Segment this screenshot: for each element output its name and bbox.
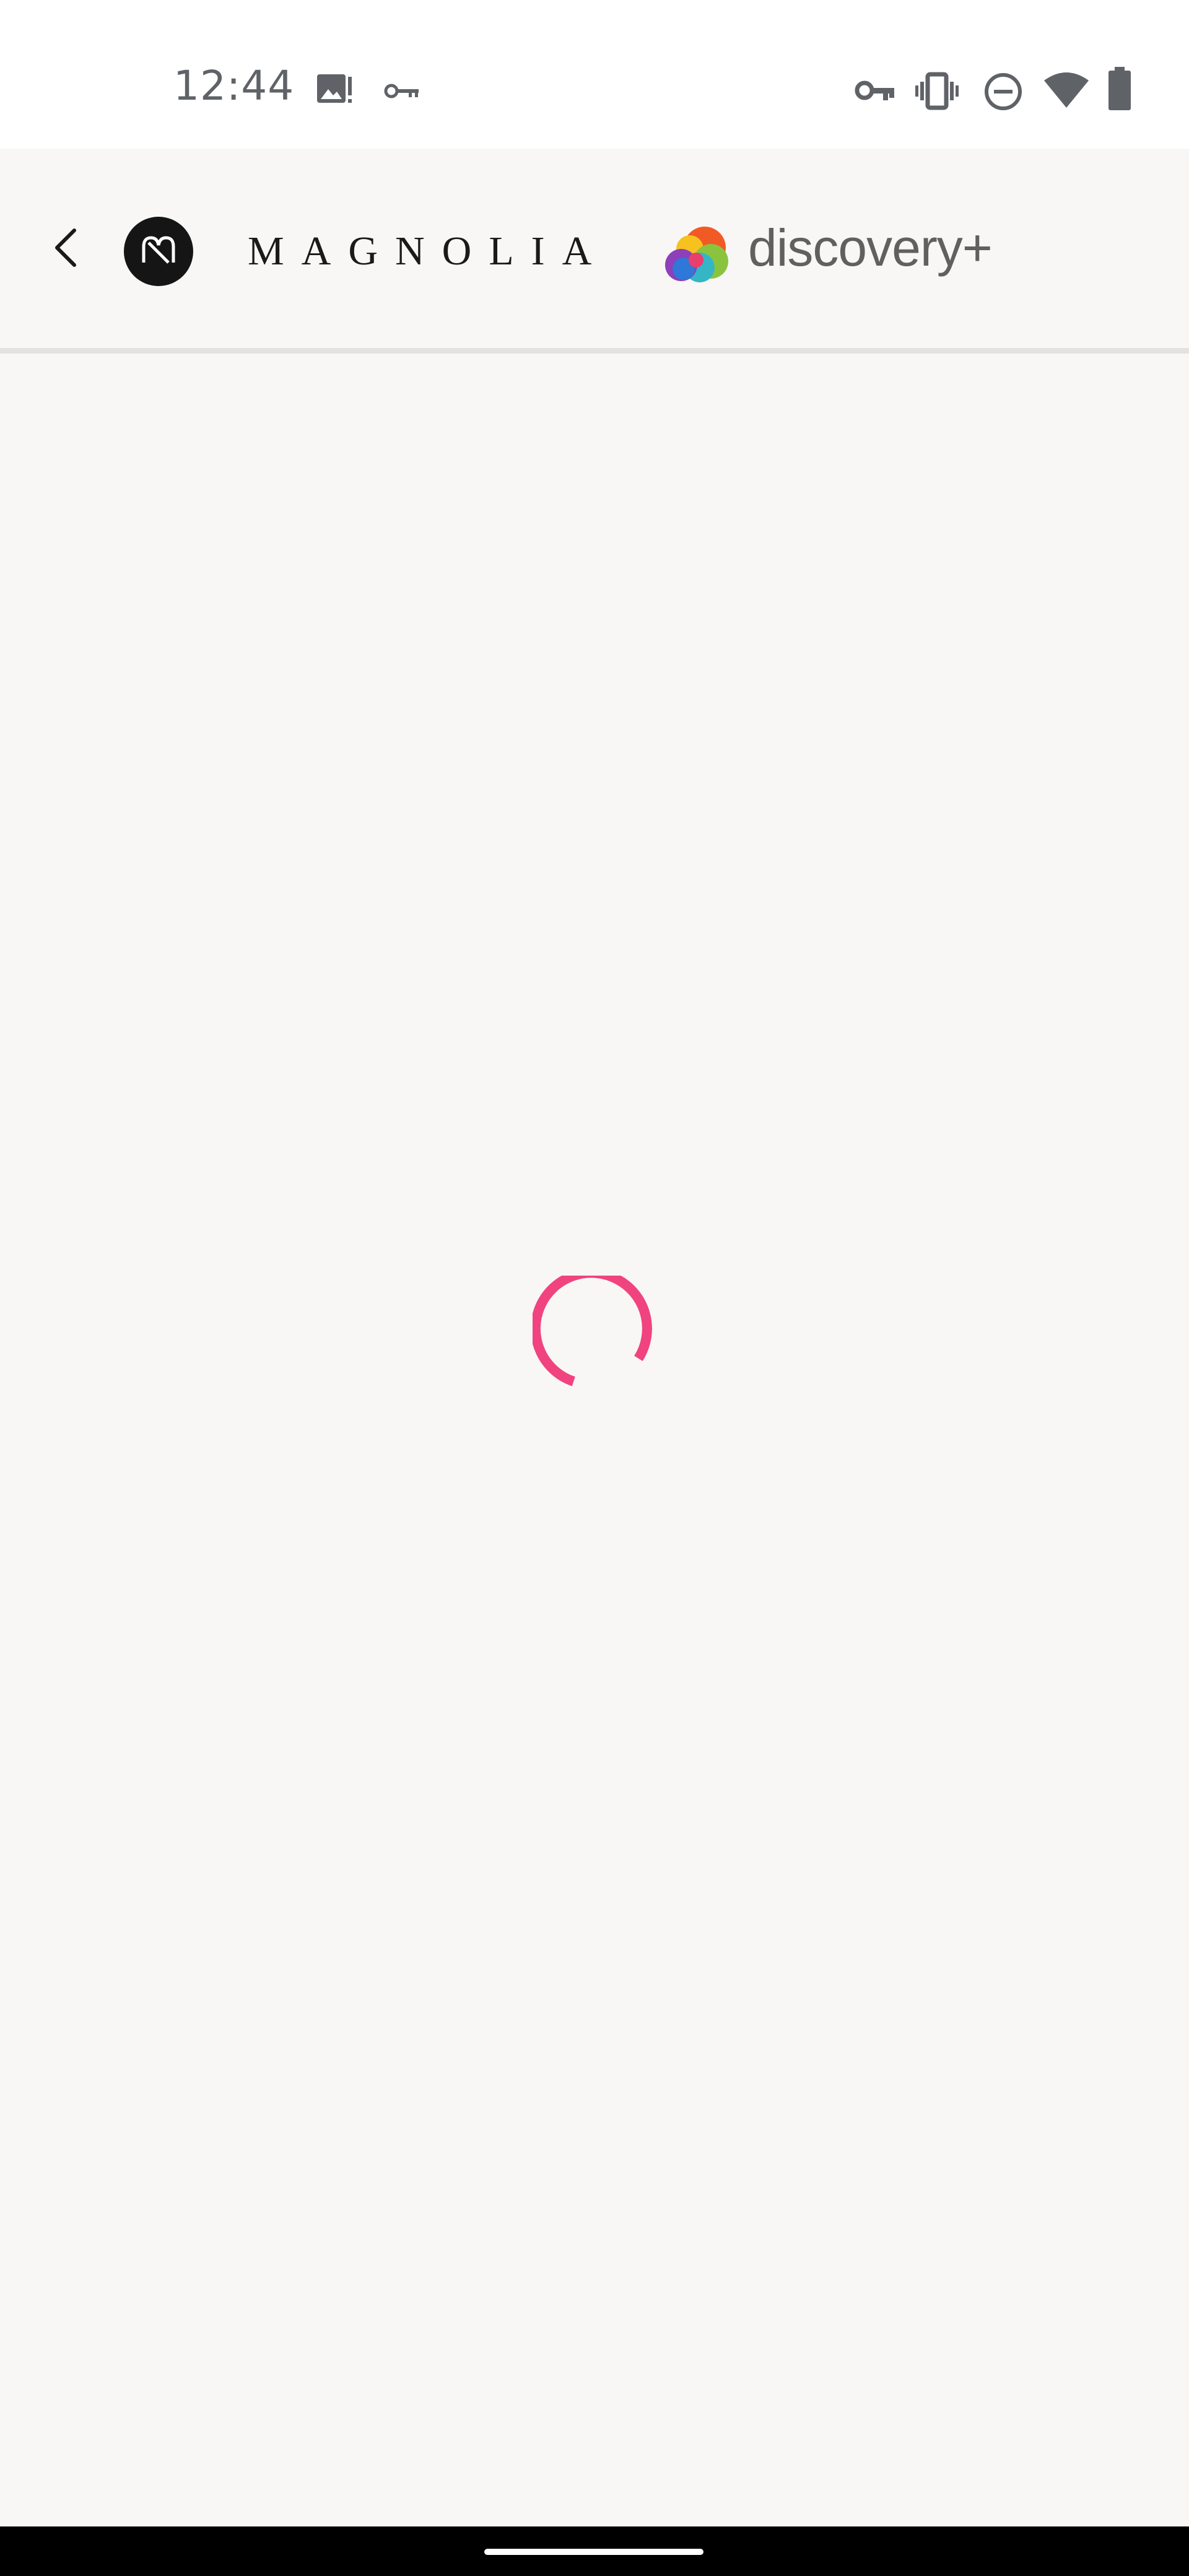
loading-spinner [533,1276,652,1386]
brand-name: MAGNOLIA [248,228,609,274]
status-bar: 12:44 [0,0,1189,149]
app-header: MAGNOLIA discovery+ [0,149,1189,354]
discovery-plus-logo [656,217,737,291]
vpn-key-icon [855,80,894,100]
content-area [0,354,1189,2526]
back-button[interactable] [43,217,93,279]
navigation-bar [0,2526,1189,2576]
chevron-left-icon [55,228,76,267]
image-alert-icon [317,74,352,103]
magnolia-logo [124,217,193,286]
do-not-disturb-icon [985,73,1022,110]
vibrate-icon [915,72,959,110]
wifi-icon [1044,72,1089,108]
home-indicator[interactable] [484,2549,703,2555]
status-time: 12:44 [173,62,295,110]
partner-name: discovery+ [748,219,993,277]
key-icon [384,84,419,98]
battery-icon [1108,67,1131,110]
